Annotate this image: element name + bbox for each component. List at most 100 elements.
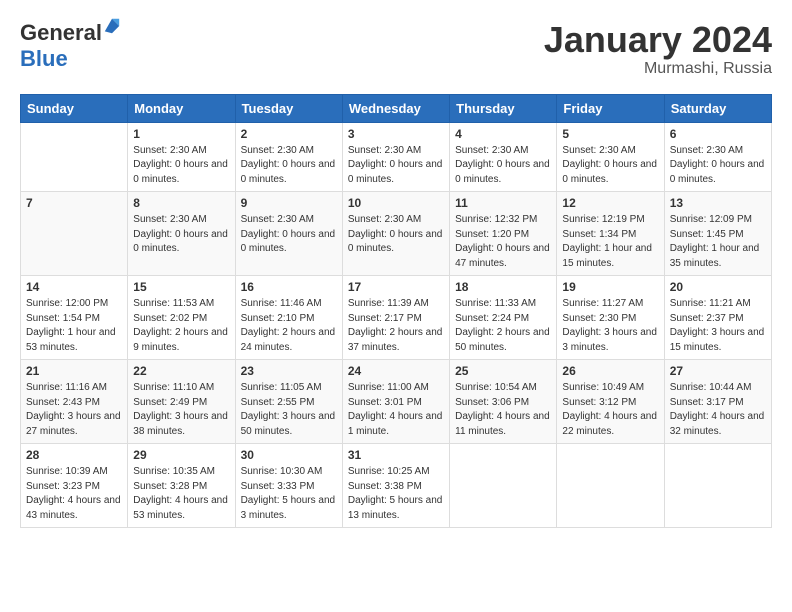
calendar-cell: 8 Sunset: 2:30 AM Daylight: 0 hours and 0… <box>128 192 235 276</box>
calendar-cell: 27Sunrise: 10:44 AM Sunset: 3:17 PM Dayl… <box>664 360 771 444</box>
day-number: 4 <box>455 127 551 141</box>
day-info: Sunset: 2:30 AM Daylight: 0 hours and 0 … <box>133 213 229 257</box>
day-info: Sunset: 2:30 AM Daylight: 0 hours and 0 … <box>562 144 658 188</box>
calendar-week-row: 78 Sunset: 2:30 AM Daylight: 0 hours and … <box>21 192 772 276</box>
calendar-cell: 20 Sunrise: 11:21 AM Sunset: 2:37 PM Dayl… <box>664 276 771 360</box>
day-info: Sunset: 2:30 AM Daylight: 0 hours and 0 … <box>348 213 444 257</box>
day-info: Sunset: 2:30 AM Daylight: 0 hours and 0 … <box>133 144 229 188</box>
day-number: 15 <box>133 280 229 294</box>
day-number: 26 <box>562 364 658 378</box>
day-number: 25 <box>455 364 551 378</box>
weekday-header: Monday <box>128 94 235 122</box>
calendar-cell: 29Sunrise: 10:35 AM Sunset: 3:28 PM Dayl… <box>128 444 235 528</box>
day-info: Sunrise: 11:39 AM Sunset: 2:17 PM Daylig… <box>348 297 444 355</box>
calendar-cell: 19 Sunrise: 11:27 AM Sunset: 2:30 PM Dayl… <box>557 276 664 360</box>
calendar-cell: 16Sunrise: 11:46 AM Sunset: 2:10 PM Dayl… <box>235 276 342 360</box>
calendar-week-row: 14 Sunrise: 12:00 PM Sunset: 1:54 PM Dayl… <box>21 276 772 360</box>
calendar-cell: 24 Sunrise: 11:00 AM Sunset: 3:01 PM Dayl… <box>342 360 449 444</box>
calendar-cell: 14 Sunrise: 12:00 PM Sunset: 1:54 PM Dayl… <box>21 276 128 360</box>
calendar-cell <box>664 444 771 528</box>
day-number: 11 <box>455 196 551 210</box>
day-number: 9 <box>241 196 337 210</box>
day-number: 18 <box>455 280 551 294</box>
day-info: Sunset: 2:30 AM Daylight: 0 hours and 0 … <box>348 144 444 188</box>
day-info: Sunrise: 11:10 AM Sunset: 2:49 PM Daylig… <box>133 381 229 439</box>
weekday-header: Friday <box>557 94 664 122</box>
day-number: 31 <box>348 448 444 462</box>
weekday-header: Thursday <box>450 94 557 122</box>
day-number: 20 <box>670 280 766 294</box>
day-number: 13 <box>670 196 766 210</box>
logo-general-text: General <box>20 20 102 46</box>
day-info: Sunrise: 10:30 AM Sunset: 3:33 PM Daylig… <box>241 465 337 523</box>
calendar-cell <box>21 122 128 192</box>
calendar-cell <box>557 444 664 528</box>
day-number: 1 <box>133 127 229 141</box>
weekday-header-row: SundayMondayTuesdayWednesdayThursdayFrid… <box>21 94 772 122</box>
day-info: Sunset: 2:30 AM Daylight: 0 hours and 0 … <box>241 213 337 257</box>
calendar-cell: 25 Sunrise: 10:54 AM Sunset: 3:06 PM Dayl… <box>450 360 557 444</box>
calendar-week-row: 1 Sunset: 2:30 AM Daylight: 0 hours and 0… <box>21 122 772 192</box>
day-info: Sunrise: 12:09 PM Sunset: 1:45 PM Daylig… <box>670 213 766 271</box>
day-number: 5 <box>562 127 658 141</box>
calendar-cell: 3Sunset: 2:30 AM Daylight: 0 hours and 0… <box>342 122 449 192</box>
calendar-cell: 13 Sunrise: 12:09 PM Sunset: 1:45 PM Dayl… <box>664 192 771 276</box>
day-number: 24 <box>348 364 444 378</box>
day-info: Sunrise: 11:21 AM Sunset: 2:37 PM Daylig… <box>670 297 766 355</box>
title-block: January 2024 Murmashi, Russia <box>544 20 772 78</box>
calendar-cell: 4 Sunset: 2:30 AM Daylight: 0 hours and 0… <box>450 122 557 192</box>
day-info: Sunset: 2:30 AM Daylight: 0 hours and 0 … <box>455 144 551 188</box>
calendar-cell: 7 <box>21 192 128 276</box>
calendar: SundayMondayTuesdayWednesdayThursdayFrid… <box>20 94 772 529</box>
day-info: Sunrise: 12:19 PM Sunset: 1:34 PM Daylig… <box>562 213 658 271</box>
day-info: Sunrise: 12:00 PM Sunset: 1:54 PM Daylig… <box>26 297 122 355</box>
logo: General Blue <box>20 20 121 72</box>
calendar-week-row: 21 Sunrise: 11:16 AM Sunset: 2:43 PM Dayl… <box>21 360 772 444</box>
day-number: 17 <box>348 280 444 294</box>
day-number: 29 <box>133 448 229 462</box>
calendar-week-row: 28 Sunrise: 10:39 AM Sunset: 3:23 PM Dayl… <box>21 444 772 528</box>
calendar-cell: 1 Sunset: 2:30 AM Daylight: 0 hours and 0… <box>128 122 235 192</box>
weekday-header: Sunday <box>21 94 128 122</box>
location: Murmashi, Russia <box>544 60 772 78</box>
calendar-cell: 28 Sunrise: 10:39 AM Sunset: 3:23 PM Dayl… <box>21 444 128 528</box>
day-info: Sunrise: 12:32 PM Sunset: 1:20 PM Daylig… <box>455 213 551 271</box>
calendar-cell: 11 Sunrise: 12:32 PM Sunset: 1:20 PM Dayl… <box>450 192 557 276</box>
day-info: Sunrise: 11:00 AM Sunset: 3:01 PM Daylig… <box>348 381 444 439</box>
day-number: 21 <box>26 364 122 378</box>
day-number: 23 <box>241 364 337 378</box>
day-info: Sunrise: 10:44 AM Sunset: 3:17 PM Daylig… <box>670 381 766 439</box>
calendar-cell: 9 Sunset: 2:30 AM Daylight: 0 hours and 0… <box>235 192 342 276</box>
day-info: Sunset: 2:30 AM Daylight: 0 hours and 0 … <box>670 144 766 188</box>
calendar-cell: 15 Sunrise: 11:53 AM Sunset: 2:02 PM Dayl… <box>128 276 235 360</box>
day-info: Sunrise: 10:54 AM Sunset: 3:06 PM Daylig… <box>455 381 551 439</box>
day-number: 8 <box>133 196 229 210</box>
day-info: Sunset: 2:30 AM Daylight: 0 hours and 0 … <box>241 144 337 188</box>
day-number: 6 <box>670 127 766 141</box>
day-number: 7 <box>26 196 122 210</box>
day-number: 28 <box>26 448 122 462</box>
day-info: Sunrise: 10:25 AM Sunset: 3:38 PM Daylig… <box>348 465 444 523</box>
calendar-cell: 18 Sunrise: 11:33 AM Sunset: 2:24 PM Dayl… <box>450 276 557 360</box>
page: General Blue January 2024 Murmashi, Russ… <box>0 0 792 538</box>
weekday-header: Tuesday <box>235 94 342 122</box>
day-info: Sunrise: 10:39 AM Sunset: 3:23 PM Daylig… <box>26 465 122 523</box>
day-number: 14 <box>26 280 122 294</box>
calendar-cell: 22Sunrise: 11:10 AM Sunset: 2:49 PM Dayl… <box>128 360 235 444</box>
calendar-cell: 31 Sunrise: 10:25 AM Sunset: 3:38 PM Dayl… <box>342 444 449 528</box>
day-number: 19 <box>562 280 658 294</box>
day-info: Sunrise: 11:16 AM Sunset: 2:43 PM Daylig… <box>26 381 122 439</box>
calendar-cell: 17 Sunrise: 11:39 AM Sunset: 2:17 PM Dayl… <box>342 276 449 360</box>
logo-icon <box>103 17 121 35</box>
day-number: 30 <box>241 448 337 462</box>
calendar-cell: 21 Sunrise: 11:16 AM Sunset: 2:43 PM Dayl… <box>21 360 128 444</box>
day-info: Sunrise: 11:33 AM Sunset: 2:24 PM Daylig… <box>455 297 551 355</box>
calendar-cell: 23Sunrise: 11:05 AM Sunset: 2:55 PM Dayl… <box>235 360 342 444</box>
calendar-cell: 10Sunset: 2:30 AM Daylight: 0 hours and … <box>342 192 449 276</box>
weekday-header: Wednesday <box>342 94 449 122</box>
calendar-cell: 12 Sunrise: 12:19 PM Sunset: 1:34 PM Dayl… <box>557 192 664 276</box>
calendar-cell: 26Sunrise: 10:49 AM Sunset: 3:12 PM Dayl… <box>557 360 664 444</box>
day-number: 12 <box>562 196 658 210</box>
day-info: Sunrise: 11:27 AM Sunset: 2:30 PM Daylig… <box>562 297 658 355</box>
day-info: Sunrise: 11:53 AM Sunset: 2:02 PM Daylig… <box>133 297 229 355</box>
